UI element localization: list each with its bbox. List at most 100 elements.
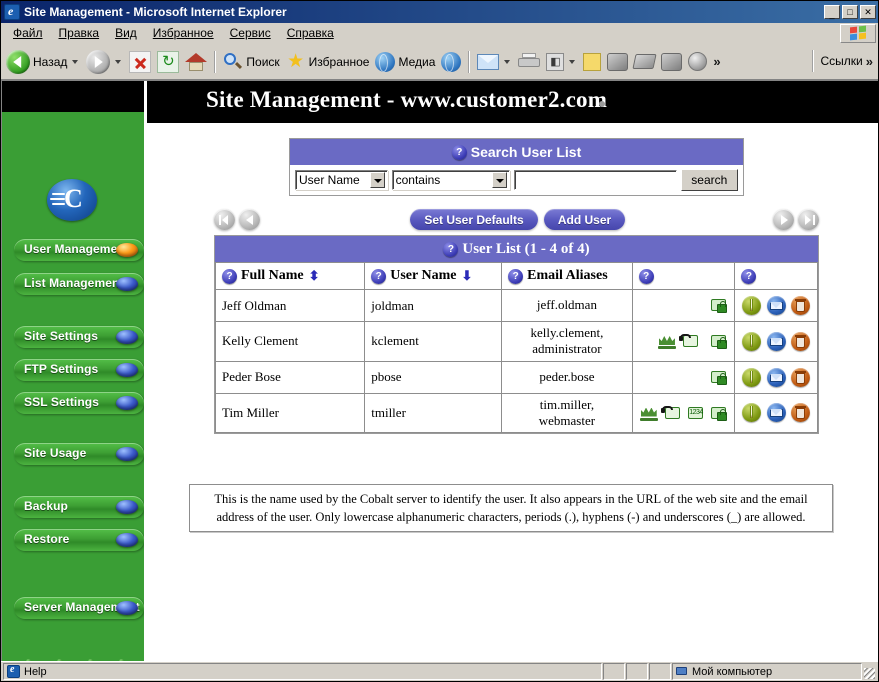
research-button[interactable] bbox=[658, 46, 685, 78]
cell-user-name: joldman bbox=[364, 289, 503, 322]
status-zone-label: Мой компьютер bbox=[692, 665, 773, 678]
cell-email-aliases: peder.bose bbox=[501, 360, 633, 394]
menu-item-favorites[interactable]: Избранное bbox=[145, 24, 222, 42]
menu-item-view[interactable]: Вид bbox=[107, 24, 145, 42]
search-button[interactable]: Поиск bbox=[220, 46, 282, 78]
help-question-icon[interactable]: ? bbox=[451, 144, 467, 160]
add-user-button[interactable]: Add User bbox=[544, 209, 625, 230]
last-page-icon[interactable] bbox=[798, 209, 819, 230]
table-header-row: ? Full Name ⬍ ? User Name ⬇ ? Email Aliases ? bbox=[214, 262, 818, 290]
edit-page-button[interactable]: ◧ bbox=[543, 46, 580, 78]
search-submit-button[interactable]: search bbox=[680, 169, 738, 191]
browser-toolbar: Назад ↻ Поиск ★ Избранное Медиа ◧ » Ссыл… bbox=[1, 44, 878, 80]
next-page-icon[interactable] bbox=[773, 209, 794, 230]
sidebar-item-label: Site Settings bbox=[24, 329, 98, 343]
refresh-button[interactable]: ↻ bbox=[154, 46, 182, 78]
sidebar-item-server-management[interactable]: Server Management bbox=[14, 597, 144, 619]
windows-flag-icon[interactable] bbox=[840, 24, 876, 43]
email-user-icon[interactable] bbox=[766, 403, 786, 423]
forward-button[interactable] bbox=[83, 46, 126, 78]
search-icon bbox=[223, 52, 243, 72]
status-message-cell: Help bbox=[3, 663, 602, 680]
edit-user-icon[interactable] bbox=[742, 367, 762, 387]
notes-icon bbox=[583, 52, 602, 71]
sidebar-item-ssl-settings[interactable]: SSL Settings bbox=[14, 392, 144, 414]
back-button[interactable]: Назад bbox=[3, 46, 83, 78]
search-input[interactable] bbox=[513, 170, 677, 190]
sidebar-item-ftp-settings[interactable]: FTP Settings bbox=[14, 359, 144, 381]
delete-user-icon[interactable] bbox=[790, 331, 810, 351]
forward-dropdown-icon[interactable] bbox=[115, 59, 122, 64]
close-button[interactable]: ✕ bbox=[860, 5, 876, 19]
links-overflow-icon[interactable]: » bbox=[863, 54, 876, 69]
mail-dropdown-icon[interactable] bbox=[504, 59, 511, 64]
home-button[interactable] bbox=[182, 46, 210, 78]
cell-full-name: Tim Miller bbox=[214, 392, 366, 433]
minimize-button[interactable]: _ bbox=[824, 5, 840, 19]
column-header-user-name[interactable]: ? User Name ⬇ bbox=[364, 262, 503, 290]
orb-button[interactable] bbox=[685, 46, 710, 78]
links-label[interactable]: Ссылки bbox=[821, 54, 863, 68]
edit-user-icon[interactable] bbox=[742, 296, 762, 315]
status-bar: Help Мой компьютер bbox=[1, 661, 878, 681]
search-field-select[interactable]: User Name bbox=[295, 170, 388, 190]
resize-grip[interactable] bbox=[862, 663, 876, 680]
help-question-icon[interactable]: ? bbox=[222, 269, 237, 285]
sort-arrow-icon[interactable]: ⬍ bbox=[309, 268, 320, 284]
media-button[interactable]: Медиа bbox=[372, 46, 438, 78]
status-zone-cell: Мой компьютер bbox=[672, 663, 862, 680]
sidebar-item-site-usage[interactable]: Site Usage bbox=[14, 443, 144, 465]
previous-page-icon[interactable] bbox=[239, 209, 260, 230]
messenger-button[interactable] bbox=[604, 46, 631, 78]
edit-user-icon[interactable] bbox=[742, 331, 762, 351]
maximize-button[interactable]: □ bbox=[842, 5, 858, 19]
set-user-defaults-button[interactable]: Set User Defaults bbox=[410, 209, 538, 230]
email-user-icon[interactable] bbox=[766, 296, 786, 315]
search-operator-select[interactable]: contains bbox=[391, 170, 510, 190]
sort-arrow-icon[interactable]: ⬇ bbox=[461, 268, 472, 284]
help-question-icon[interactable]: ? bbox=[443, 241, 459, 257]
sidebar-item-list-management[interactable]: List Management bbox=[14, 273, 144, 295]
help-question-icon[interactable]: ? bbox=[508, 269, 524, 284]
sidebar-item-backup[interactable]: Backup bbox=[14, 496, 144, 518]
sidebar-navigation: C User Management List Management Site S… bbox=[2, 81, 147, 661]
favorites-button[interactable]: ★ Избранное bbox=[283, 46, 373, 78]
column-header-flags[interactable]: ? bbox=[631, 262, 736, 290]
mail-button[interactable] bbox=[474, 46, 515, 78]
back-dropdown-icon[interactable] bbox=[72, 59, 79, 64]
help-question-icon[interactable]: ? bbox=[741, 269, 757, 284]
edit-user-icon[interactable] bbox=[742, 403, 762, 423]
email-user-icon[interactable] bbox=[766, 331, 786, 351]
delete-user-icon[interactable] bbox=[790, 403, 810, 423]
stop-button[interactable] bbox=[126, 46, 154, 78]
edit-dropdown-icon[interactable] bbox=[569, 59, 576, 64]
menu-item-help[interactable]: Справка bbox=[279, 24, 342, 42]
chevron-down-icon[interactable] bbox=[369, 172, 385, 188]
column-header-email-aliases[interactable]: ? Email Aliases bbox=[501, 262, 633, 290]
help-description-text: This is the name used by the Cobalt serv… bbox=[214, 492, 808, 525]
menu-item-edit[interactable]: Правка bbox=[51, 24, 108, 42]
menu-item-file[interactable]: Файл bbox=[5, 24, 51, 42]
help-question-icon[interactable]: ? bbox=[638, 269, 654, 284]
delete-user-icon[interactable] bbox=[790, 367, 810, 387]
column-header-actions[interactable]: ? bbox=[734, 262, 818, 290]
delete-user-icon[interactable] bbox=[790, 296, 810, 315]
encyclopedia-button[interactable] bbox=[631, 46, 658, 78]
column-header-full-name[interactable]: ? Full Name ⬍ bbox=[214, 262, 366, 290]
sidebar-header-fill bbox=[2, 81, 144, 112]
help-question-icon[interactable]: ? bbox=[371, 269, 387, 285]
notes-button[interactable] bbox=[580, 46, 604, 78]
menu-item-tools[interactable]: Сервис bbox=[222, 24, 279, 42]
email-user-icon[interactable] bbox=[766, 367, 786, 387]
ie-document-icon bbox=[7, 664, 20, 678]
history-button[interactable] bbox=[438, 46, 464, 78]
chevron-down-icon[interactable] bbox=[491, 172, 507, 188]
sidebar-item-restore[interactable]: Restore bbox=[14, 529, 144, 551]
toolbar-overflow-icon[interactable]: » bbox=[710, 54, 723, 69]
menu-tools-label: Сервис bbox=[229, 26, 271, 40]
print-button[interactable] bbox=[515, 46, 543, 78]
forward-icon bbox=[86, 49, 111, 74]
sidebar-item-site-settings[interactable]: Site Settings bbox=[14, 326, 144, 348]
sidebar-item-user-management[interactable]: User Management bbox=[14, 239, 144, 261]
first-page-icon[interactable] bbox=[214, 209, 235, 230]
